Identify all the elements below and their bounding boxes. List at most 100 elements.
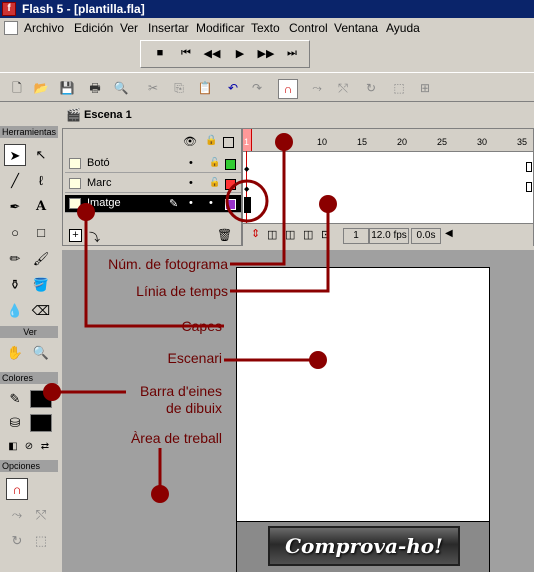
onion-outline-icon[interactable]: ◫: [285, 228, 295, 241]
scale-option-icon[interactable]: ⬚: [30, 530, 52, 552]
cut-icon[interactable]: ✂: [144, 79, 162, 97]
stop-button[interactable]: ■: [151, 47, 169, 59]
print-icon[interactable]: 🖶: [86, 79, 104, 97]
paste-icon[interactable]: 📋: [196, 79, 214, 97]
keyframe-selected[interactable]: [244, 197, 251, 213]
pen-tool-icon[interactable]: ✒: [4, 196, 26, 218]
rectangle-tool-icon[interactable]: □: [30, 222, 52, 244]
stage[interactable]: [236, 267, 490, 522]
go-to-end-button[interactable]: ⏭: [283, 47, 301, 60]
menu-ayuda[interactable]: Ayuda: [386, 21, 420, 35]
subselect-tool-icon[interactable]: ↖: [30, 144, 52, 166]
delete-layer-icon[interactable]: 🗑: [217, 228, 232, 242]
elapsed-time-field: 0.0s: [411, 228, 441, 244]
eraser-tool-icon[interactable]: ⌫: [30, 300, 52, 322]
visibility-dot[interactable]: •: [189, 177, 193, 189]
visibility-dot[interactable]: •: [189, 197, 193, 209]
arrow-tool-icon[interactable]: ➤: [4, 144, 26, 166]
pencil-edit-icon: ✎: [169, 198, 179, 210]
new-icon[interactable]: 🗋: [8, 79, 26, 97]
zoom-tool-icon[interactable]: 🔍: [30, 342, 52, 364]
layer-marc[interactable]: Marc • 🔓: [65, 175, 241, 193]
add-layer-icon[interactable]: +: [69, 229, 82, 242]
rewind-button[interactable]: ⏮: [177, 47, 195, 60]
lock-dot[interactable]: 🔓: [209, 157, 220, 168]
save-icon[interactable]: 💾: [58, 79, 76, 97]
menu-edicion[interactable]: Edición: [74, 21, 113, 35]
step-forward-button[interactable]: ▶▶: [257, 47, 275, 60]
lock-icon[interactable]: 🔒: [205, 135, 217, 146]
brush-tool-icon[interactable]: 🖌: [30, 248, 52, 270]
line-tool-icon[interactable]: ╱: [4, 170, 26, 192]
align-icon[interactable]: ⊞: [416, 79, 434, 97]
outline-color-swatch[interactable]: [225, 179, 236, 190]
layer-imatge[interactable]: Imatge ✎ • •: [65, 195, 241, 213]
eye-icon[interactable]: 👁: [183, 135, 197, 148]
menu-texto[interactable]: Texto: [251, 21, 280, 35]
oval-tool-icon[interactable]: ○: [4, 222, 26, 244]
fill-color-swatch[interactable]: [30, 414, 52, 432]
menu-insertar[interactable]: Insertar: [148, 21, 189, 35]
scroll-left-icon[interactable]: ◀: [445, 228, 453, 239]
text-tool-icon[interactable]: A: [30, 196, 52, 218]
ruler-tick: 20: [397, 137, 408, 147]
rotate-option-icon[interactable]: ↻: [6, 530, 28, 552]
lock-dot[interactable]: 🔓: [209, 177, 220, 188]
keyframe-dot[interactable]: ◆: [244, 165, 249, 173]
stroke-color-swatch[interactable]: [30, 390, 52, 408]
open-icon[interactable]: 📂: [32, 79, 50, 97]
smooth-option-icon[interactable]: ⤳: [6, 504, 28, 526]
undo-icon[interactable]: ↶: [224, 79, 242, 97]
layer-name: Imatge: [87, 197, 121, 209]
center-frame-icon[interactable]: ⇕: [251, 227, 260, 240]
edit-multiple-icon[interactable]: ◫: [303, 228, 313, 241]
print-preview-icon[interactable]: 🔍: [112, 79, 130, 97]
menu-ver[interactable]: Ver: [120, 21, 138, 35]
lock-dot[interactable]: •: [209, 197, 213, 209]
modify-markers-icon[interactable]: ⊡: [321, 228, 330, 241]
snap-option-icon[interactable]: ∩: [6, 478, 28, 500]
fill-color-icon[interactable]: ⛁: [4, 412, 26, 434]
scene-label[interactable]: Escena 1: [84, 109, 132, 121]
menu-modificar[interactable]: Modificar: [196, 21, 245, 35]
frame-rate-field[interactable]: 12.0 fps: [369, 228, 409, 244]
onion-skin-icon[interactable]: ◫: [267, 228, 277, 241]
layer-boto[interactable]: Botó • 🔓: [65, 155, 241, 173]
straighten-option-icon[interactable]: ⤲: [30, 504, 52, 526]
annotation-layers: Capes: [181, 318, 222, 334]
frames-grid[interactable]: 1 5 10 15 20 25 30 35 ◆ ◆ ⇕ ◫ ◫ ◫ ⊡ 1 12…: [243, 129, 533, 246]
swap-colors-icon[interactable]: ⇄: [34, 436, 56, 458]
straighten-icon[interactable]: ⤲: [334, 79, 352, 97]
layers-panel: 👁 🔒 Botó • 🔓 Marc • 🔓 Imatge ✎ • • + ⤵ 🗑: [63, 129, 243, 245]
snap-icon[interactable]: ∩: [278, 79, 298, 99]
keyframe-dot[interactable]: ◆: [244, 185, 249, 193]
menu-control[interactable]: Control: [289, 21, 328, 35]
paint-bucket-tool-icon[interactable]: 🪣: [30, 274, 52, 296]
redo-icon[interactable]: ↷: [248, 79, 266, 97]
visibility-dot[interactable]: •: [189, 157, 193, 169]
scale-icon[interactable]: ⬚: [390, 79, 408, 97]
document-icon[interactable]: [4, 21, 18, 35]
lasso-tool-icon[interactable]: ℓ: [30, 170, 52, 192]
outline-color-swatch[interactable]: [225, 159, 236, 170]
smooth-icon[interactable]: ⤳: [308, 79, 326, 97]
play-button[interactable]: ▶: [231, 47, 249, 60]
stroke-color-icon[interactable]: ✎: [4, 388, 26, 410]
ruler-tick: 1: [244, 137, 250, 147]
check-button[interactable]: Comprova-ho!: [268, 526, 460, 566]
outline-icon[interactable]: [223, 137, 234, 148]
ink-bottle-tool-icon[interactable]: ⚱: [4, 274, 26, 296]
menu-ventana[interactable]: Ventana: [334, 21, 378, 35]
pencil-tool-icon[interactable]: ✏: [4, 248, 26, 270]
options-header: Opciones: [0, 460, 58, 472]
copy-icon[interactable]: ⎘: [170, 79, 188, 97]
hand-tool-icon[interactable]: ✋: [4, 342, 26, 364]
layer-icon: [69, 178, 81, 189]
step-back-button[interactable]: ◀◀: [203, 47, 221, 60]
outline-color-swatch[interactable]: [225, 199, 236, 210]
end-frame-marker: [526, 162, 532, 172]
dropper-tool-icon[interactable]: 💧: [4, 300, 26, 322]
rotate-icon[interactable]: ↻: [362, 79, 380, 97]
add-guide-layer-icon[interactable]: ⤵: [89, 229, 100, 245]
menu-archivo[interactable]: Archivo: [24, 21, 64, 35]
